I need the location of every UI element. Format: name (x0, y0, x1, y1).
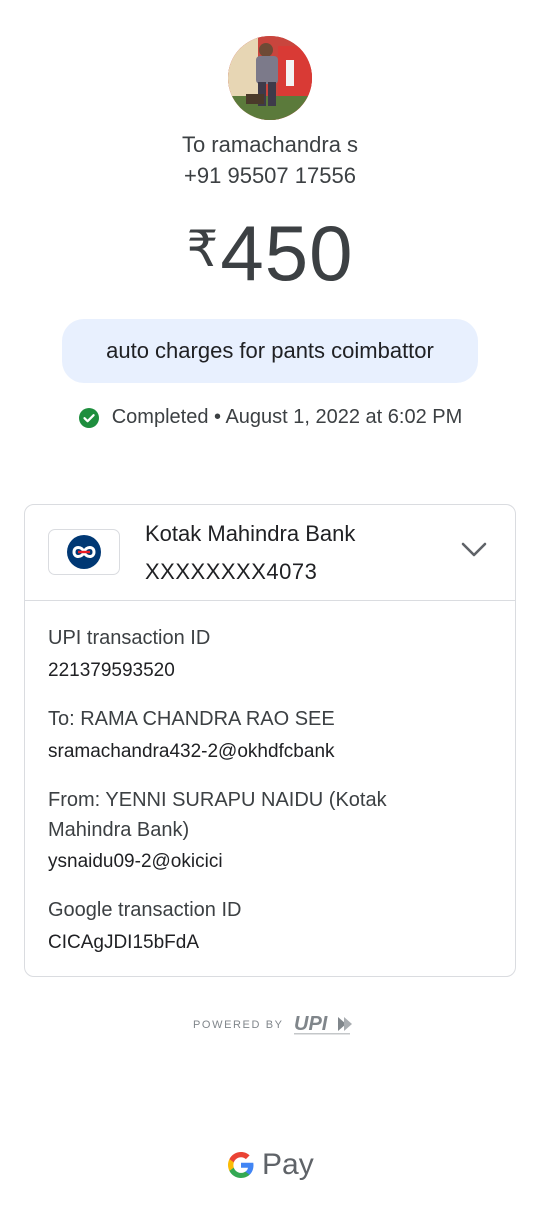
status-line: Completed • August 1, 2022 at 6:02 PM (0, 406, 540, 429)
recipient-name: To ramachandra s (181, 132, 359, 157)
upi-logo: UPI (293, 1013, 352, 1035)
to-upi-id: sramachandra432-2@okhdfcbank (48, 741, 335, 762)
from-label-line1: From: YENNI SURAPU NAIDU (Kotak (48, 789, 387, 811)
status-text: Completed • August 1, 2022 at 6:02 PM (111, 406, 463, 428)
bank-account-row[interactable]: Kotak Mahindra Bank XXXXXXXX4073 (25, 505, 515, 601)
avatar (228, 36, 312, 120)
to-label: To: RAMA CHANDRA RAO SEE (48, 708, 335, 730)
chevron-down-icon[interactable] (461, 541, 487, 559)
google-pay-logo: Pay (226, 1148, 314, 1182)
bank-name: Kotak Mahindra Bank (145, 521, 356, 546)
amount-value: 450 (220, 209, 354, 297)
pay-label: Pay (262, 1148, 314, 1181)
currency-symbol: ₹ (186, 221, 219, 277)
bank-logo (48, 529, 120, 575)
payment-note: auto charges for pants coimbattor (62, 319, 478, 383)
recipient-phone: +91 95507 17556 (184, 163, 356, 188)
google-transaction-id-label: Google transaction ID (48, 899, 242, 921)
upi-transaction-id-value: 221379593520 (48, 660, 175, 681)
from-upi-id: ysnaidu09-2@okicici (48, 851, 223, 872)
svg-text:UPI: UPI (294, 1013, 328, 1035)
amount: ₹450 (0, 208, 540, 299)
powered-by-upi: POWERED BY UPI (193, 1012, 358, 1038)
from-label-line2: Mahindra Bank) (48, 819, 190, 841)
google-transaction-id-value: CICAgJDI15bFdA (48, 932, 200, 953)
powered-by-text: POWERED BY (193, 1019, 284, 1031)
bank-account-number: XXXXXXXX4073 (145, 559, 318, 584)
check-circle-icon (78, 407, 99, 428)
transaction-details-card: Kotak Mahindra Bank XXXXXXXX4073 UPI tra… (24, 504, 516, 977)
google-g-icon (228, 1152, 254, 1178)
upi-transaction-id-label: UPI transaction ID (48, 627, 211, 649)
